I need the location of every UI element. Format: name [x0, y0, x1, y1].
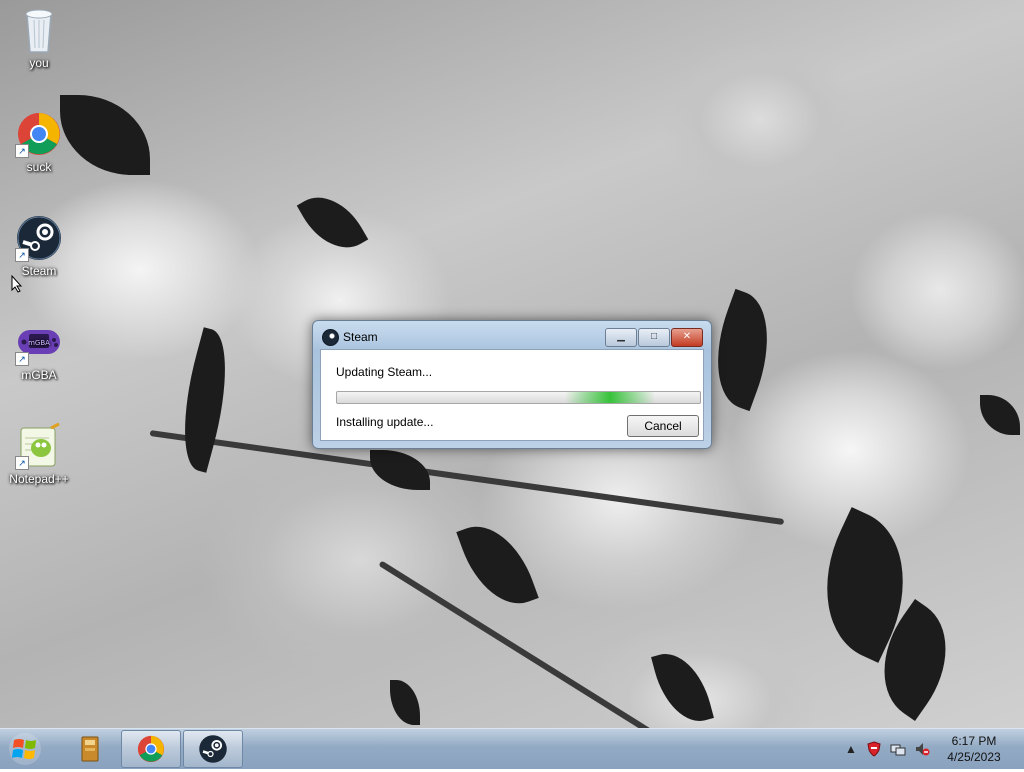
taskbar-chrome[interactable] — [121, 730, 181, 768]
desktop-icon-label: mGBA — [21, 368, 57, 382]
shortcut-arrow-icon: ↗ — [15, 456, 29, 470]
wallpaper-leaf — [980, 395, 1020, 435]
desktop-icon-steam[interactable]: ↗ Steam — [1, 214, 77, 278]
desktop-icon-label: you — [29, 56, 49, 70]
recycle-bin-icon — [15, 6, 63, 54]
clock-date: 4/25/2023 — [947, 750, 1001, 764]
taskbar-steam[interactable] — [183, 730, 243, 768]
wallpaper-leaf — [651, 645, 714, 728]
taskbar: ▲ 6:17 PM 4/25/2023 — [0, 728, 1024, 769]
show-hidden-icons-chevron-icon[interactable]: ▲ — [843, 741, 859, 757]
windows-logo-icon — [9, 733, 41, 765]
chrome-icon: ↗ — [15, 110, 63, 158]
steam-update-dialog[interactable]: Steam ▁ □ ✕ Updating Steam... Installing… — [312, 320, 712, 449]
close-button[interactable]: ✕ — [671, 328, 703, 347]
dialog-body: Updating Steam... Installing update... C… — [320, 349, 704, 441]
steam-icon — [322, 329, 339, 346]
dialog-title: Steam — [343, 330, 378, 344]
update-progress-bar — [336, 391, 701, 404]
wallpaper-leaf — [296, 183, 369, 262]
system-tray: ▲ — [840, 729, 940, 769]
shortcut-arrow-icon: ↗ — [15, 248, 29, 262]
desktop-icon-mgba[interactable]: mGBA ↗ mGBA — [1, 318, 77, 382]
maximize-button[interactable]: □ — [638, 328, 670, 347]
wallpaper-leaf — [370, 450, 430, 490]
update-status-text: Updating Steam... — [336, 365, 433, 379]
minimize-button[interactable]: ▁ — [605, 328, 637, 347]
mouse-cursor-icon — [11, 275, 23, 293]
taskbar-file-explorer[interactable] — [60, 730, 120, 768]
cancel-button[interactable]: Cancel — [627, 415, 699, 437]
taskbar-clock[interactable]: 6:17 PM 4/25/2023 — [940, 733, 1008, 765]
dialog-titlebar[interactable]: Steam ▁ □ ✕ — [313, 321, 711, 349]
mgba-icon: mGBA ↗ — [15, 318, 63, 366]
network-icon[interactable] — [890, 741, 906, 757]
chrome-icon — [136, 734, 166, 764]
svg-text:mGBA: mGBA — [28, 339, 50, 347]
desktop-icon-label: suck — [26, 160, 52, 174]
steam-icon: ↗ — [15, 214, 63, 262]
steam-icon — [198, 734, 228, 764]
desktop-icon-recycle-bin[interactable]: you — [1, 6, 77, 70]
clock-time: 6:17 PM — [951, 734, 997, 748]
desktop-icon-chrome[interactable]: ↗ suck — [1, 110, 77, 174]
folder-icon — [75, 734, 105, 764]
desktop-icon-label: Notepad++ — [9, 472, 69, 486]
shortcut-arrow-icon: ↗ — [15, 144, 29, 158]
desktop-icon-label: Steam — [21, 264, 57, 278]
security-shield-icon[interactable] — [866, 741, 882, 757]
desktop-wallpaper: you ↗ suck ↗ Steam mGBA ↗ mGBA ↗ Notepad… — [0, 0, 1024, 728]
volume-muted-icon[interactable] — [914, 741, 930, 757]
notepadpp-icon: ↗ — [15, 422, 63, 470]
progress-marquee — [565, 392, 655, 403]
start-button[interactable] — [5, 731, 45, 767]
wallpaper-leaf — [167, 327, 243, 473]
shortcut-arrow-icon: ↗ — [15, 352, 29, 366]
desktop-icon-notepadpp[interactable]: ↗ Notepad++ — [1, 422, 77, 486]
wallpaper-leaf — [390, 680, 420, 725]
wallpaper-leaf — [456, 513, 539, 617]
install-status-text: Installing update... — [336, 415, 434, 429]
